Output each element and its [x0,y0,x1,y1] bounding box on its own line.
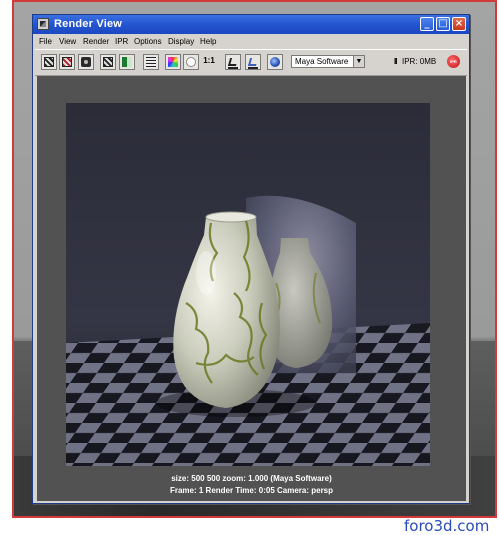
render-region-icon[interactable] [59,54,75,70]
maximize-button[interactable]: □ [436,17,450,31]
render-view-window: Render View _ □ × File View Render IPR O… [32,14,470,504]
render-settings-icon[interactable] [267,54,283,70]
keep-image-icon[interactable] [225,54,241,70]
ipr-pause-button[interactable]: II [394,57,398,66]
menu-options[interactable]: Options [134,37,162,46]
title-bar[interactable]: Render View _ □ × [33,15,469,34]
close-button[interactable]: × [452,17,466,31]
rendered-image [66,103,430,466]
display-channels-icon[interactable] [119,54,135,70]
minimize-button[interactable]: _ [420,17,434,31]
watermark-text: foro3d.com [404,517,490,535]
chevron-down-icon[interactable]: ▼ [353,56,364,67]
redo-render-icon[interactable] [41,54,57,70]
refresh-ipr-icon[interactable] [100,54,116,70]
menu-display[interactable]: Display [168,37,194,46]
renderer-dropdown[interactable]: Maya Software ▼ [291,55,365,68]
render-size-info: size: 500 500 zoom: 1.000 (Maya Software… [171,474,332,483]
menu-view[interactable]: View [59,37,76,46]
renderer-value: Maya Software [295,57,349,66]
remove-image-icon[interactable] [245,54,261,70]
menu-bar: File View Render IPR Options Display Hel… [33,34,469,49]
display-alpha-icon[interactable] [183,54,199,70]
real-size-button[interactable]: 1:1 [201,54,217,70]
maya-app-icon [37,18,49,30]
snapshot-icon[interactable] [78,54,94,70]
ipr-stop-button[interactable]: IPR [447,55,460,68]
adjust-image-icon[interactable] [143,54,159,70]
menu-render[interactable]: Render [83,37,109,46]
rendered-scene [66,103,430,466]
render-frame-info: Frame: 1 Render Time: 0:05 Camera: persp [169,486,334,495]
ipr-memory-label: IPR: 0MB [402,57,437,66]
menu-ipr[interactable]: IPR [115,37,128,46]
render-canvas[interactable] [37,76,466,471]
display-rgb-icon[interactable] [165,54,181,70]
window-title: Render View [54,18,123,30]
render-status-bar: size: 500 500 zoom: 1.000 (Maya Software… [37,471,466,501]
menu-file[interactable]: File [39,37,52,46]
menu-help[interactable]: Help [200,37,216,46]
